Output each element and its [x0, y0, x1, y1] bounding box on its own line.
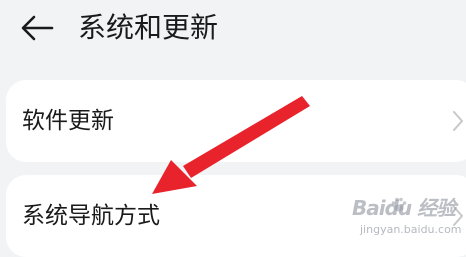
menu-item-label: 系统导航方式: [22, 203, 160, 229]
paw-icon: [391, 197, 407, 212]
baidu-watermark: Baidu 经验 jingyan.baidu.com: [352, 192, 464, 248]
watermark-url: jingyan.baidu.com: [360, 223, 462, 236]
chevron-right-icon: [453, 111, 463, 131]
back-button[interactable]: [18, 10, 58, 46]
title-bar: 系统和更新: [0, 0, 466, 60]
menu-item-software-update[interactable]: 软件更新: [6, 80, 466, 162]
arrow-left-icon: [21, 15, 54, 41]
menu-item-label: 软件更新: [22, 108, 114, 134]
page-title: 系统和更新: [78, 11, 219, 44]
